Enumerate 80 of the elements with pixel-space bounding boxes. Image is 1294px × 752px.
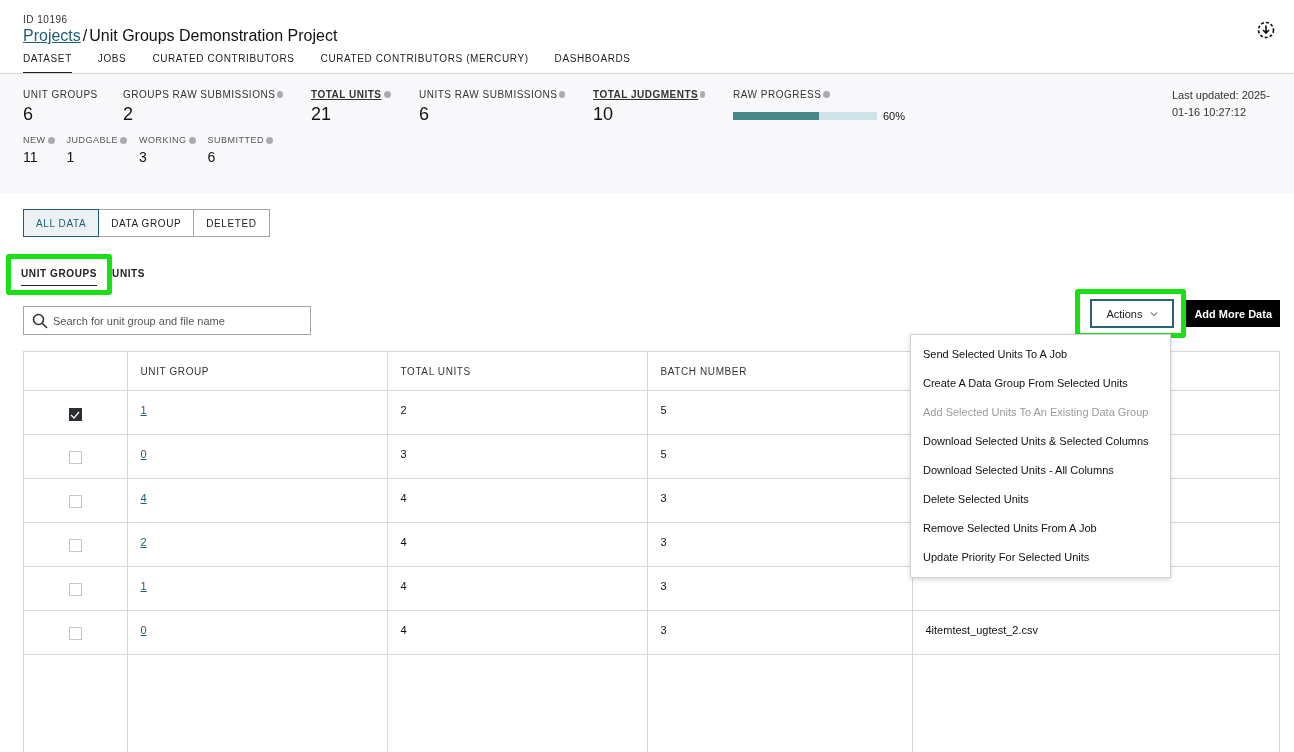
stat-label: UNIT GROUPS [23,89,98,100]
unit-group-link[interactable]: 2 [140,535,147,548]
download-icon[interactable] [1257,21,1275,39]
nav-tab[interactable]: CURATED CONTRIBUTORS (MERCURY) [320,51,529,73]
column-header: TOTAL UNITS [387,352,647,391]
stat-value: 21 [311,104,333,125]
stat-value: 6 [207,149,217,165]
info-icon[interactable] [47,136,55,144]
menu-item[interactable]: Delete Selected Units [911,486,1170,515]
last-updated: Last updated: 2025-01-16 10:27:12 [1172,88,1271,120]
info-icon[interactable] [823,91,831,98]
view-tab[interactable]: UNITS [112,266,146,286]
unit-group-link[interactable]: 1 [140,579,147,592]
table-cell: 4 [400,623,407,636]
column-header: UNIT GROUP [127,352,387,391]
menu-item[interactable]: Remove Selected Units From A Job [911,515,1170,544]
search-field[interactable]: Search for unit group and file name [23,306,311,335]
menu-item[interactable]: Download Selected Units & Selected Columns [911,428,1170,457]
table-cell: 4 [400,579,407,592]
progress-reading: 60% [883,110,906,122]
unit-group-link[interactable]: 1 [140,403,147,416]
menu-item[interactable]: Download Selected Units - All Columns [911,457,1170,486]
stat-label: SUBMITTED [207,135,265,145]
stat-label[interactable]: TOTAL UNITS [311,89,382,100]
table-cell: 3 [660,623,667,636]
menu-item[interactable]: Update Priority For Selected Units [911,544,1170,573]
stat-label: NEW [23,135,46,145]
stat-value: 3 [139,149,148,165]
project-title: Unit Groups Demonstration Project [89,27,338,45]
stat-label[interactable]: TOTAL JUDGMENTS [593,89,699,100]
add-more-data-button[interactable]: Add More Data [1186,300,1280,327]
stat-value: 6 [23,104,34,125]
breadcrumb-separator: / [82,27,88,45]
nav-tab[interactable]: CURATED CONTRIBUTORS [152,51,295,73]
column-header: BATCH NUMBER [647,352,912,391]
search-icon [32,313,48,329]
stat-value: 2 [123,104,134,125]
stat-value: 1 [66,149,76,165]
info-icon[interactable] [188,136,196,144]
segment-tab[interactable]: DATA GROUP [98,209,195,237]
unit-group-link[interactable]: 0 [140,447,147,460]
stat-label: RAW PROGRESS [733,89,822,100]
unit-group-link[interactable]: 0 [140,623,147,636]
table-cell: 3 [660,491,667,504]
segment-tab[interactable]: ALL DATA [23,209,100,237]
table-cell: 5 [660,447,667,460]
table-cell: 2 [400,403,407,416]
stat-value: 6 [419,104,430,125]
unit-group-link[interactable]: 4 [140,491,147,504]
caret-icon [1150,310,1159,317]
nav-tab[interactable]: JOBS [97,51,127,73]
info-icon[interactable] [266,136,274,144]
info-icon[interactable] [277,91,283,98]
stat-value: 10 [593,104,615,125]
row-checkbox[interactable] [68,408,82,421]
table-cell: 3 [660,535,667,548]
project-id: ID 10196 [23,14,69,25]
info-icon[interactable] [120,136,127,144]
info-icon[interactable] [383,91,391,98]
table-cell: 3 [400,447,407,460]
segment-tab[interactable]: DELETED [193,209,270,237]
nav-tab[interactable]: DASHBOARDS [554,51,631,73]
table-cell: 4 [400,535,407,548]
stat-label: WORKING [139,135,187,145]
menu-item[interactable]: Create A Data Group From Selected Units [911,370,1170,399]
table-cell: 3 [660,579,667,592]
menu-item[interactable]: Send Selected Units To A Job [911,341,1170,370]
stat-label: JUDGABLE [66,135,118,145]
actions-button[interactable]: Actions [1090,299,1175,328]
nav-tab[interactable]: DATASET [23,51,72,73]
table-cell: 5 [660,403,667,416]
info-icon[interactable] [700,91,705,98]
stat-value: 11 [23,149,39,165]
info-icon[interactable] [559,91,565,98]
projects-link[interactable]: Projects [23,27,81,45]
table-cell: 4 [400,491,407,504]
stat-label: GROUPS RAW SUBMISSIONS [123,89,276,100]
table-cell: 4itemtest_ugtest_2.csv [925,623,1038,636]
stat-label: UNITS RAW SUBMISSIONS [419,89,558,100]
view-tab[interactable]: UNIT GROUPS [21,266,98,286]
